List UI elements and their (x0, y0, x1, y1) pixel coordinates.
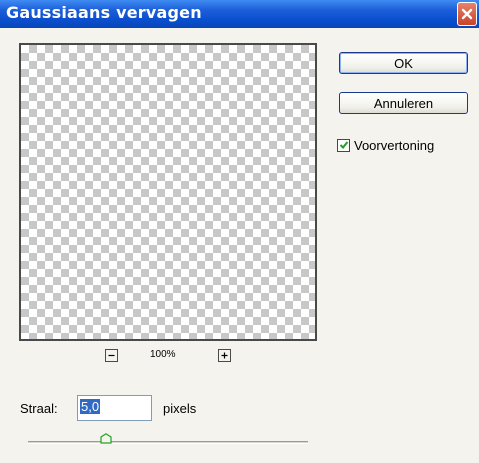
title-bar: Gaussiaans vervagen (0, 0, 479, 28)
close-icon (461, 8, 473, 20)
window-title: Gaussiaans vervagen (6, 3, 202, 22)
radius-input[interactable]: 5,0 (77, 395, 152, 421)
radius-slider-thumb[interactable] (100, 433, 112, 444)
radius-value: 5,0 (80, 399, 101, 414)
checkmark-icon (339, 141, 348, 149)
zoom-out-button[interactable] (105, 349, 118, 362)
cancel-button[interactable]: Annuleren (339, 92, 468, 114)
minus-icon (108, 354, 115, 357)
zoom-level: 100% (150, 349, 176, 360)
plus-icon (221, 352, 228, 359)
preview-checkbox[interactable] (337, 138, 350, 152)
preview-option[interactable]: Voorvertoning (337, 136, 434, 154)
ok-button[interactable]: OK (339, 52, 468, 74)
radius-slider-track[interactable] (28, 441, 308, 444)
preview-checkbox-label: Voorvertoning (354, 137, 435, 153)
radius-unit-label: pixels (163, 401, 197, 416)
radius-label: Straal: (20, 401, 58, 416)
preview-canvas[interactable] (19, 43, 317, 341)
zoom-in-button[interactable] (218, 349, 231, 362)
close-button[interactable] (457, 2, 477, 26)
